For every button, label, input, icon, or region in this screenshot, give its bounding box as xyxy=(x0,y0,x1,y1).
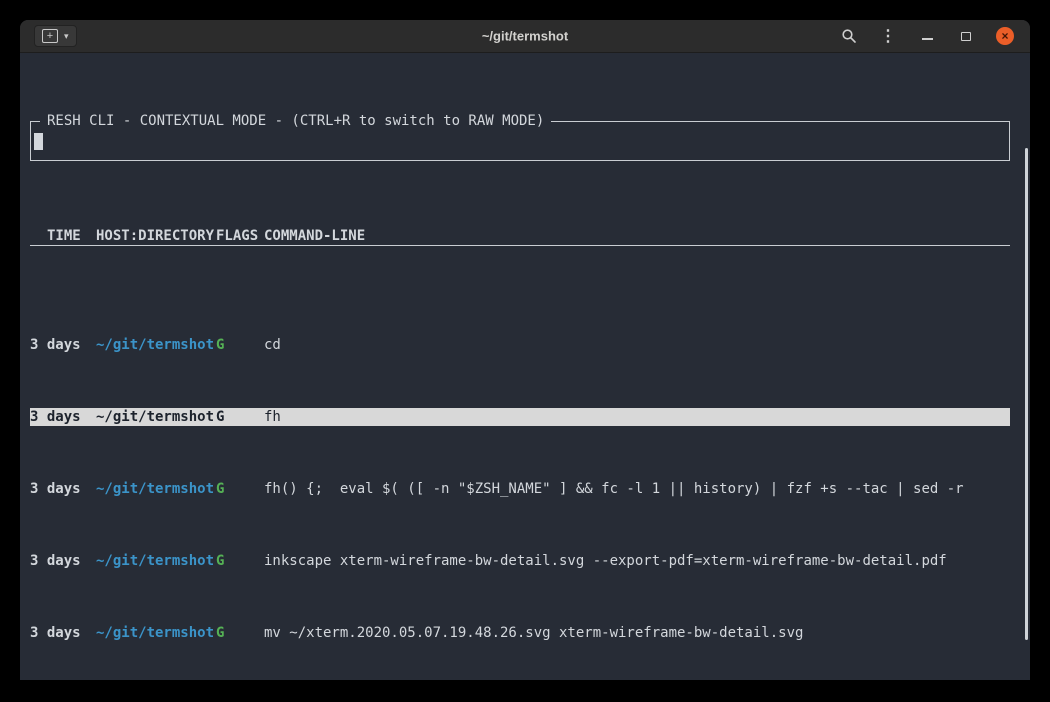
row-time: 3 days xyxy=(30,624,96,642)
row-host-directory: ~/git/termshot xyxy=(96,552,216,570)
scrollbar[interactable] xyxy=(1025,148,1028,640)
row-flags: G xyxy=(216,408,264,426)
chevron-down-icon: ▾ xyxy=(64,32,69,41)
header-time: TIME xyxy=(30,227,96,245)
row-command: inkscape xterm-wireframe-bw-detail.svg -… xyxy=(264,552,1010,570)
header-command-line: COMMAND-LINE xyxy=(264,227,1010,245)
restore-icon xyxy=(961,32,971,41)
row-time: 3 days xyxy=(30,480,96,498)
close-icon: × xyxy=(1001,30,1008,42)
header-flags: FLAGS xyxy=(216,227,264,245)
row-time: 3 days xyxy=(30,408,96,426)
restore-button[interactable] xyxy=(957,27,975,45)
row-host-directory: ~/git/termshot xyxy=(96,336,216,354)
titlebar-controls: ⋮ × xyxy=(840,27,1014,45)
table-row[interactable]: 3 days ~/git/termshot G mv ~/xterm.2020.… xyxy=(30,624,1010,642)
text-cursor xyxy=(34,133,43,150)
row-flags: G xyxy=(216,552,264,570)
row-host-directory: ~/git/termshot xyxy=(96,624,216,642)
row-time: 3 days xyxy=(30,336,96,354)
table-row[interactable]: 3 days ~/git/termshot G fh xyxy=(30,408,1010,426)
terminal-content: RESH CLI - CONTEXTUAL MODE - (CTRL+R to … xyxy=(20,53,1030,680)
table-row[interactable]: 3 days ~/git/termshot G cd xyxy=(30,336,1010,354)
row-command: fh xyxy=(264,408,1010,426)
table-row[interactable]: 3 days ~/git/termshot G inkscape xterm-w… xyxy=(30,552,1010,570)
row-command: fh() {; eval $( ([ -n "$ZSH_NAME" ] && f… xyxy=(264,480,1010,498)
table-header: TIME HOST:DIRECTORY FLAGS COMMAND-LINE xyxy=(30,227,1010,246)
row-flags: G xyxy=(216,480,264,498)
row-command: mv ~/xterm.2020.05.07.19.48.26.svg xterm… xyxy=(264,624,1010,642)
search-box-title: RESH CLI - CONTEXTUAL MODE - (CTRL+R to … xyxy=(40,112,551,130)
row-flags: G xyxy=(216,336,264,354)
row-host-directory: ~/git/termshot xyxy=(96,480,216,498)
minimize-button[interactable] xyxy=(918,27,936,45)
table-row[interactable]: 3 days ~/git/termshot G fh() {; eval $( … xyxy=(30,480,1010,498)
header-host-directory: HOST:DIRECTORY xyxy=(96,227,216,245)
search-icon[interactable] xyxy=(840,27,858,45)
history-list: 3 days ~/git/termshot G cd 3 days ~/git/… xyxy=(30,300,1010,680)
terminal-window: + ▾ ~/git/termshot ⋮ × RESH CLI - CONTEX… xyxy=(20,20,1030,680)
titlebar: + ▾ ~/git/termshot ⋮ × xyxy=(20,20,1030,53)
row-host-directory: ~/git/termshot xyxy=(96,408,216,426)
minimize-icon xyxy=(922,38,933,40)
menu-kebab-icon[interactable]: ⋮ xyxy=(879,27,897,45)
search-input[interactable]: RESH CLI - CONTEXTUAL MODE - (CTRL+R to … xyxy=(30,121,1010,161)
close-button[interactable]: × xyxy=(996,27,1014,45)
new-tab-button[interactable]: + ▾ xyxy=(34,25,77,47)
row-command: cd xyxy=(264,336,1010,354)
row-flags: G xyxy=(216,624,264,642)
row-time: 3 days xyxy=(30,552,96,570)
window-title: ~/git/termshot xyxy=(482,29,568,44)
new-tab-icon: + xyxy=(42,29,58,43)
